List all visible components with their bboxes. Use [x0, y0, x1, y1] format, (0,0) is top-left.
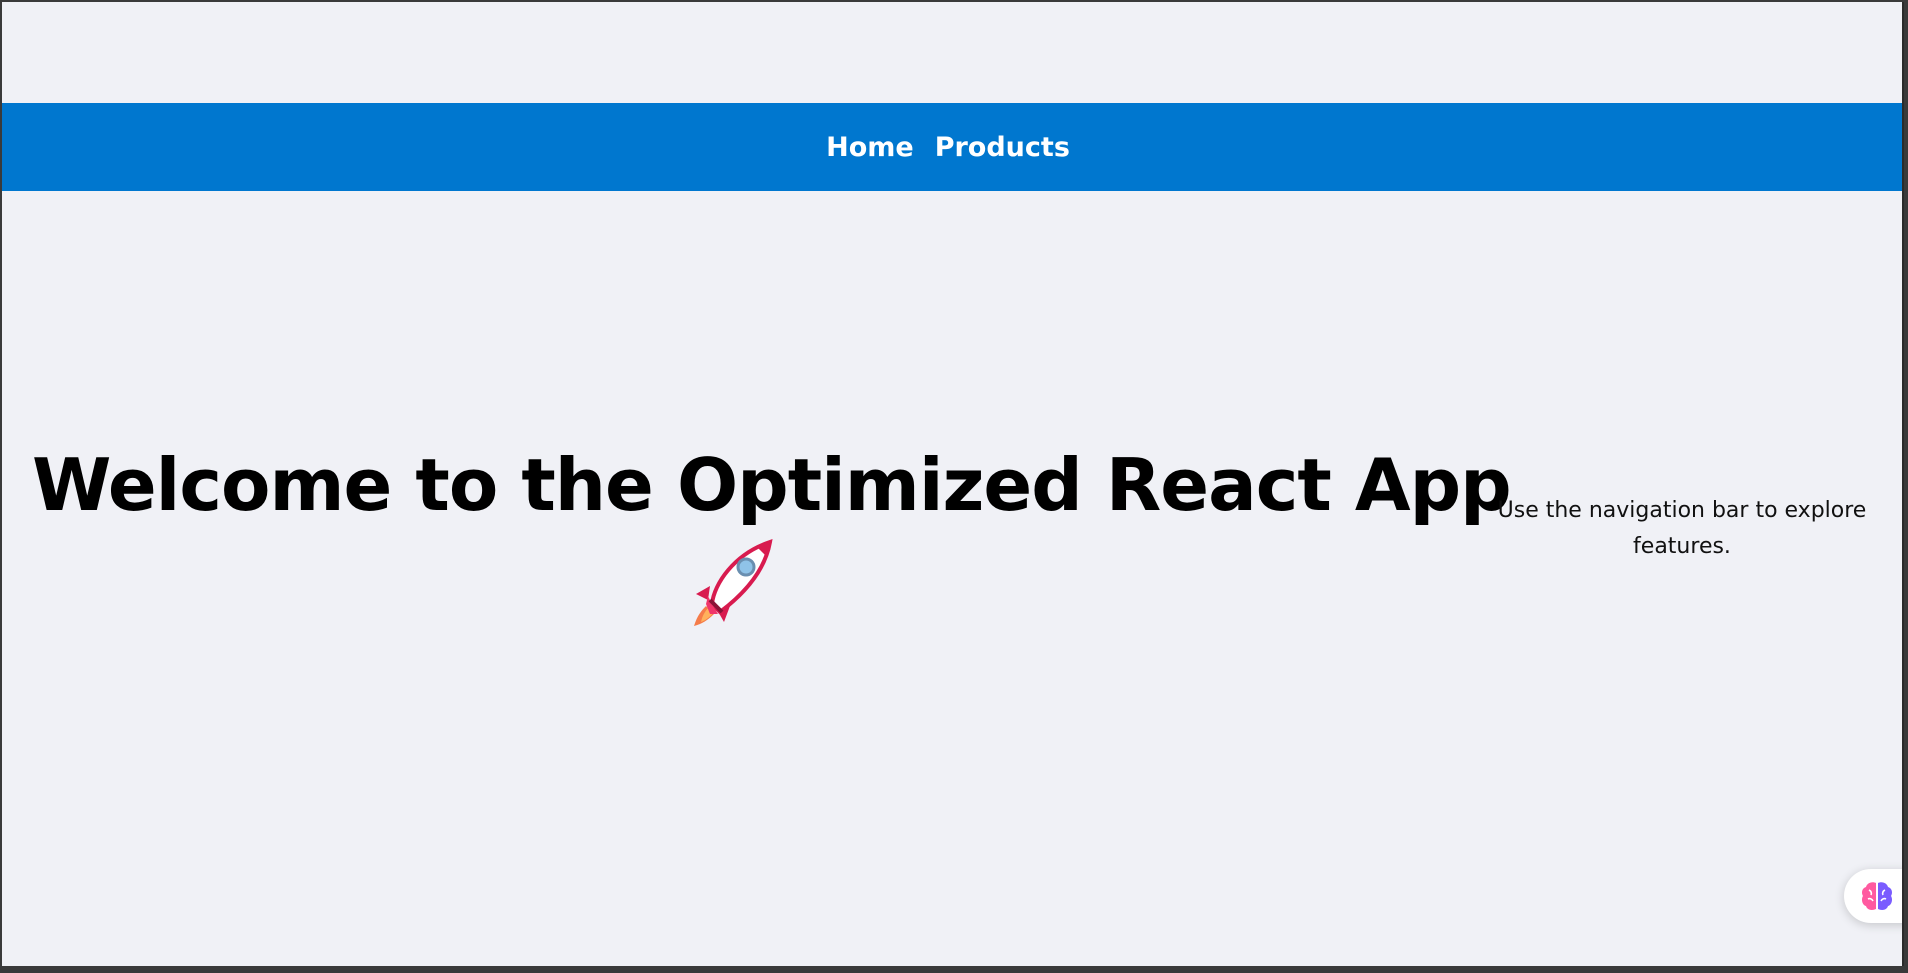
rocket-icon [694, 539, 773, 626]
helper-text: Use the navigation bar to explore featur… [1497, 498, 1867, 559]
window-bottom-edge [0, 966, 1908, 973]
nav-link-products[interactable]: Products [935, 132, 1070, 163]
nav-link-home[interactable]: Home [826, 132, 914, 163]
assistant-button[interactable] [1844, 869, 1902, 923]
navigation-bar: Home Products [2, 103, 1902, 191]
hero-section: Welcome to the Optimized React App [32, 442, 1512, 626]
brain-icon [1862, 882, 1892, 910]
app-window: Home Products Welcome to the Optimized R… [2, 2, 1904, 966]
page-title: Welcome to the Optimized React App [32, 443, 1512, 527]
